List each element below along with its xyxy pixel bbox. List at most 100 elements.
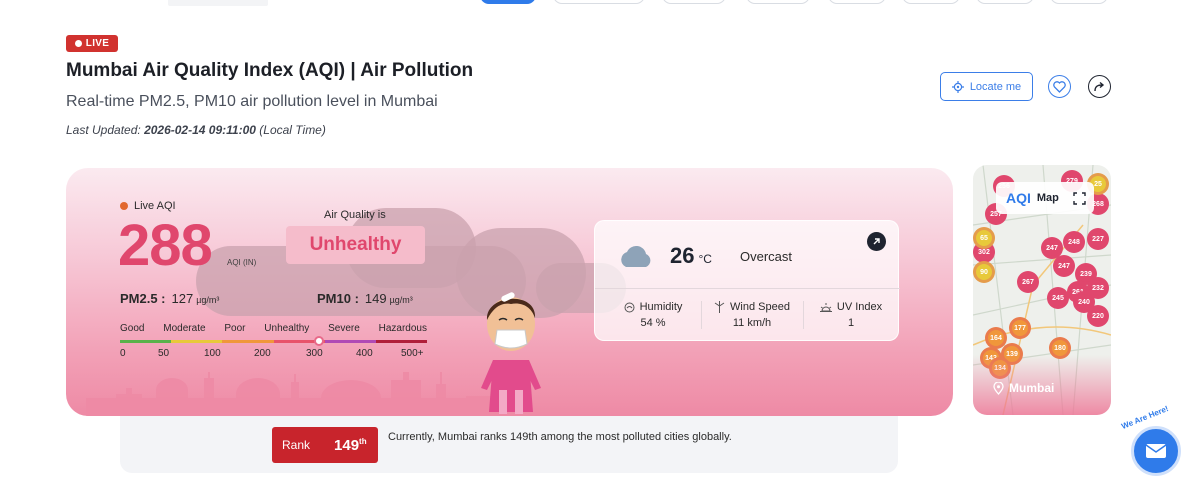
live-dot-icon xyxy=(74,40,82,47)
pm25-value: 127 xyxy=(171,291,194,306)
scale-category: Moderate xyxy=(163,323,206,334)
aqi-scale-bar xyxy=(120,340,428,343)
divider xyxy=(595,288,900,289)
air-quality-label: Air Quality is xyxy=(324,209,386,221)
wind-turbine-icon xyxy=(714,301,725,313)
last-updated-label: Last Updated: xyxy=(66,123,141,137)
map-label: Map xyxy=(1036,192,1059,204)
last-updated: Last Updated: 2026-02-14 09:11:00 (Local… xyxy=(66,123,326,137)
pm10-unit: µg/m³ xyxy=(389,295,413,305)
aqi-scale-indicator xyxy=(314,336,324,346)
map-aqi-marker[interactable]: 220 xyxy=(1087,305,1109,327)
logo[interactable] xyxy=(168,0,268,6)
map-aqi-marker[interactable]: 245 xyxy=(1047,287,1069,309)
scale-segment xyxy=(120,340,172,343)
top-navigation xyxy=(0,0,1200,10)
humidity-label: Humidity xyxy=(639,301,683,313)
aqi-unit: AQI (IN) xyxy=(227,258,257,267)
temperature-reading: 26 °C xyxy=(670,243,712,269)
rank-suffix: th xyxy=(359,436,367,446)
pm25-unit: µg/m³ xyxy=(196,295,220,305)
nav-tab[interactable] xyxy=(1050,0,1108,4)
nav-tab[interactable] xyxy=(828,0,886,4)
nav-tab[interactable] xyxy=(553,0,645,4)
live-badge: LIVE xyxy=(66,35,118,52)
temperature-value: 26 xyxy=(670,243,695,268)
scale-number: 100 xyxy=(204,348,221,359)
humidity-value: 54 % xyxy=(640,317,666,329)
location-pin-icon xyxy=(993,381,1004,395)
locate-me-button[interactable]: Locate me xyxy=(940,72,1033,101)
share-button[interactable] xyxy=(1088,75,1111,98)
rank-value: 149 xyxy=(334,436,360,454)
cloud-icon xyxy=(621,245,651,267)
rank-number: 149th xyxy=(334,437,367,454)
locate-me-label: Locate me xyxy=(969,80,1022,93)
aqi-value: 288 xyxy=(118,213,213,278)
scale-category: Unhealthy xyxy=(264,323,310,334)
last-updated-suffix: (Local Time) xyxy=(259,123,326,137)
page-subtitle: Real-time PM2.5, PM10 air pollution leve… xyxy=(66,93,438,110)
scale-number: 0 xyxy=(120,348,126,359)
live-badge-label: LIVE xyxy=(85,38,110,49)
page-title: Mumbai Air Quality Index (AQI) | Air Pol… xyxy=(66,60,474,81)
map-header: AQI Map xyxy=(996,182,1094,214)
divider xyxy=(803,301,804,329)
nav-tab-active[interactable] xyxy=(480,0,536,4)
aqi-map-card[interactable]: 2792572683022472482272472392672452612322… xyxy=(973,165,1111,415)
divider xyxy=(701,301,702,329)
live-aqi-text: Live AQI xyxy=(134,200,176,212)
scale-number: 300 xyxy=(306,348,323,359)
scale-category: Poor xyxy=(224,323,246,334)
scale-number: 400 xyxy=(356,348,373,359)
map-aqi-marker[interactable]: 248 xyxy=(1063,231,1085,253)
humidity-icon xyxy=(624,302,635,312)
favorite-button[interactable] xyxy=(1048,75,1071,98)
scale-segment xyxy=(324,340,376,343)
contact-chat-button[interactable] xyxy=(1131,426,1181,476)
scale-category: Good xyxy=(120,323,145,334)
nav-tab[interactable] xyxy=(902,0,960,4)
mail-icon xyxy=(1145,444,1167,458)
fullscreen-icon[interactable] xyxy=(1073,191,1086,205)
nav-tab[interactable] xyxy=(976,0,1034,4)
map-aqi-marker[interactable]: 247 xyxy=(1053,255,1075,277)
weather-card: 26 °C Overcast Humidity 54 % Wind Speed 1… xyxy=(594,220,900,341)
scale-segment xyxy=(222,340,274,343)
map-aqi-marker[interactable]: 227 xyxy=(1087,228,1109,250)
scale-category: Severe xyxy=(328,323,360,334)
last-updated-value: 2026-02-14 09:11:00 xyxy=(144,123,256,137)
map-city-label: Mumbai xyxy=(1009,381,1055,395)
weather-details-button[interactable] xyxy=(867,232,886,251)
live-aqi-label: Live AQI xyxy=(120,200,176,212)
sun-icon xyxy=(819,302,832,312)
rank-label: Rank xyxy=(282,438,311,452)
pm10-value: 149 xyxy=(364,291,387,306)
pm10-label: PM10 : xyxy=(317,291,359,306)
scale-number: 500+ xyxy=(401,348,424,359)
rank-badge: Rank 149th xyxy=(272,427,378,463)
nav-tab[interactable] xyxy=(746,0,810,4)
nav-tab[interactable] xyxy=(662,0,726,4)
arrow-up-right-icon xyxy=(873,238,880,245)
uv-index-value: 1 xyxy=(847,317,855,329)
pm10-reading: PM10 : 149 µg/m³ xyxy=(317,291,413,306)
person-with-mask-illustration xyxy=(481,292,541,414)
map-aqi-marker[interactable]: 65 xyxy=(973,227,995,249)
live-indicator-icon xyxy=(120,202,128,210)
wind-speed-label: Wind Speed xyxy=(730,301,790,313)
scale-segment xyxy=(375,340,428,343)
scale-number: 50 xyxy=(158,348,170,359)
rank-description: Currently, Mumbai ranks 149th among the … xyxy=(388,431,732,443)
uv-index-label: UV Index xyxy=(836,301,883,313)
map-aqi-marker[interactable]: 267 xyxy=(1017,271,1039,293)
scale-segment xyxy=(171,340,223,343)
map-aqi-marker[interactable]: 177 xyxy=(1009,317,1031,339)
city-skyline-illustration xyxy=(86,372,506,416)
humidity-stat: Humidity 54 % xyxy=(613,301,693,329)
aqi-hero-card: Live AQI 288 AQI (IN) Air Quality is Unh… xyxy=(66,168,953,416)
share-icon xyxy=(1094,81,1105,91)
map-aqi-marker[interactable]: 90 xyxy=(973,261,995,283)
heart-icon xyxy=(1053,80,1066,93)
aqi-scale-categories: Good Moderate Poor Unhealthy Severe Haza… xyxy=(120,323,427,334)
